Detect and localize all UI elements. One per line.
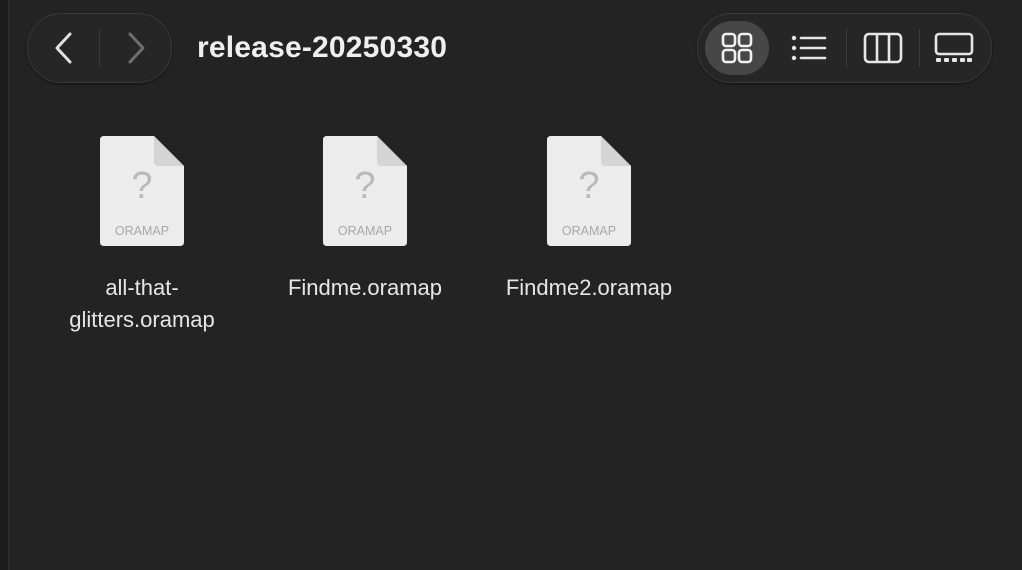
- file-name: all-that- glitters.oramap: [42, 272, 242, 336]
- view-divider: [846, 29, 847, 67]
- file-name-line: Findme.oramap: [287, 275, 443, 300]
- gallery-view-button[interactable]: [922, 21, 986, 75]
- icon-view-button[interactable]: [705, 21, 769, 75]
- file-name: Findme2.oramap: [489, 272, 689, 304]
- chevron-right-icon: [128, 32, 144, 64]
- file-name-line: glitters.oramap: [69, 307, 215, 332]
- back-button[interactable]: [28, 14, 99, 82]
- unknown-file-glyph: ?: [578, 165, 600, 207]
- columns-icon: [863, 32, 903, 64]
- chevron-left-icon: [55, 32, 71, 64]
- file-item[interactable]: ? ORAMAP Findme.oramap: [265, 136, 465, 304]
- unknown-file-glyph: ?: [354, 165, 376, 207]
- window-title: release-20250330: [197, 31, 448, 64]
- view-divider: [919, 29, 920, 67]
- list-icon: [791, 35, 827, 61]
- file-item[interactable]: ? ORAMAP Findme2.oramap: [489, 136, 689, 304]
- unknown-file-glyph: ?: [131, 165, 153, 207]
- grid-icon: [721, 32, 753, 64]
- file-name: Findme.oramap: [265, 272, 465, 304]
- sidebar-edge: [0, 0, 9, 570]
- document-icon: ? ORAMAP: [547, 136, 631, 246]
- file-extension-label: ORAMAP: [114, 224, 170, 238]
- file-extension-label: ORAMAP: [337, 224, 393, 238]
- file-name-line: Findme2.oramap: [505, 275, 673, 300]
- list-view-button[interactable]: [776, 21, 842, 75]
- gallery-icon: [934, 32, 974, 62]
- forward-button[interactable]: [100, 14, 171, 82]
- file-extension-label: ORAMAP: [561, 224, 617, 238]
- document-icon: ? ORAMAP: [100, 136, 184, 246]
- navigation-control: [27, 13, 172, 83]
- view-mode-selector: [697, 13, 992, 83]
- document-icon: ? ORAMAP: [323, 136, 407, 246]
- finder-window: release-20250330 ? ORAMAP all-that- glit…: [0, 0, 1022, 570]
- file-item[interactable]: ? ORAMAP all-that- glitters.oramap: [42, 136, 242, 336]
- file-name-line: all-that-: [105, 275, 179, 300]
- column-view-button[interactable]: [850, 21, 916, 75]
